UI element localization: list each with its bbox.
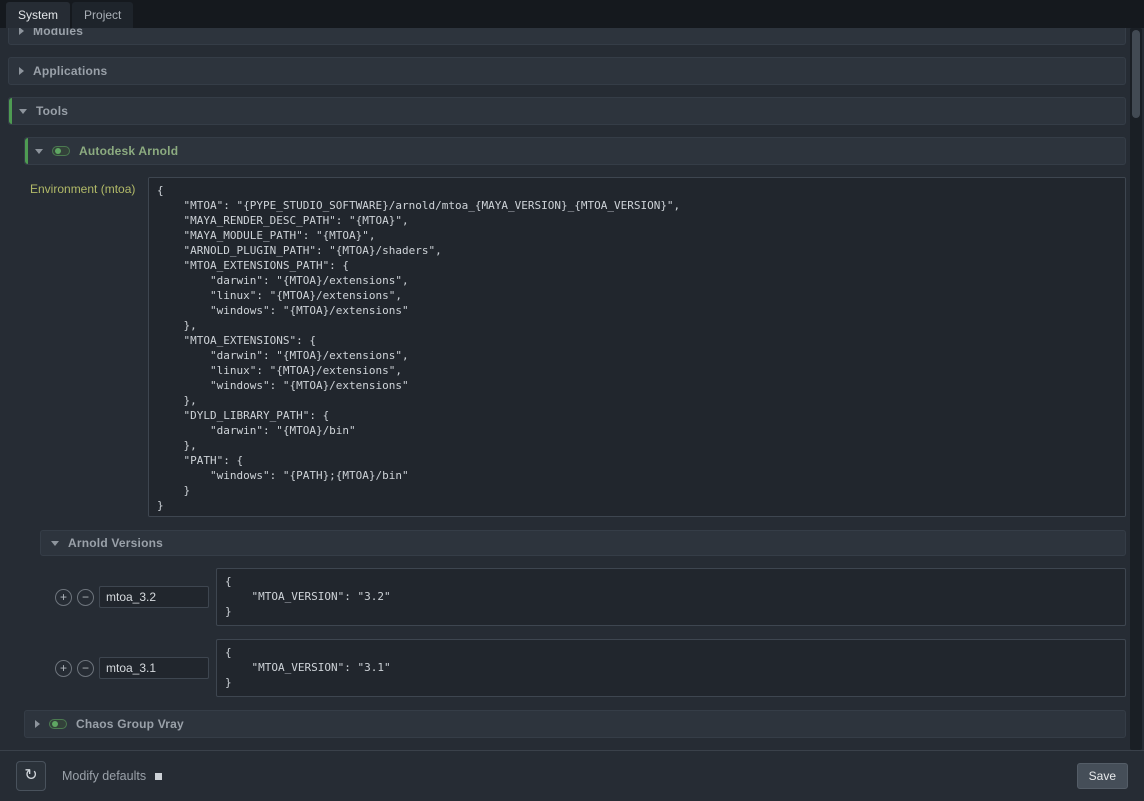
arnold-section-body: Environment (mtoa) { "MTOA": "{PYPE_STUD… xyxy=(24,177,1126,697)
version-row: + − { "MTOA_VERSION": "3.1" } xyxy=(55,639,1126,697)
scrollbar-thumb[interactable] xyxy=(1132,30,1140,118)
tools-section-body: Autodesk Arnold Environment (mtoa) { "MT… xyxy=(24,137,1126,738)
settings-scroll-area: Modules Applications Tools Autodesk Arno… xyxy=(8,28,1126,750)
version-row: + − { "MTOA_VERSION": "3.2" } xyxy=(55,568,1126,626)
environment-label: Environment (mtoa) xyxy=(30,177,148,196)
save-button[interactable]: Save xyxy=(1077,763,1128,789)
chevron-down-icon xyxy=(35,149,43,154)
section-title-chaos-group-vray: Chaos Group Vray xyxy=(76,717,184,731)
chevron-right-icon xyxy=(35,720,40,728)
version-name-input[interactable] xyxy=(99,586,209,608)
tab-bar: System Project xyxy=(0,0,1144,28)
environment-json-field[interactable]: { "MTOA": "{PYPE_STUDIO_SOFTWARE}/arnold… xyxy=(148,177,1126,517)
section-header-chaos-group-vray[interactable]: Chaos Group Vray xyxy=(24,710,1126,738)
section-header-applications[interactable]: Applications xyxy=(8,57,1126,85)
footer-bar: ↻ Modify defaults Save xyxy=(0,750,1144,801)
remove-version-button[interactable]: − xyxy=(77,589,94,606)
modified-accent-bar xyxy=(9,98,12,124)
modify-defaults-checkbox[interactable] xyxy=(155,773,162,780)
version-json-field[interactable]: { "MTOA_VERSION": "3.2" } xyxy=(216,568,1126,626)
enabled-toggle-icon[interactable] xyxy=(52,146,70,156)
environment-row: Environment (mtoa) { "MTOA": "{PYPE_STUD… xyxy=(30,177,1126,517)
section-header-autodesk-arnold[interactable]: Autodesk Arnold xyxy=(24,137,1126,165)
tab-system[interactable]: System xyxy=(6,2,70,28)
version-json-field[interactable]: { "MTOA_VERSION": "3.1" } xyxy=(216,639,1126,697)
arnold-versions-body: + − { "MTOA_VERSION": "3.2" } + − { "MTO… xyxy=(24,568,1126,697)
toggle-knob xyxy=(55,148,61,154)
add-version-button[interactable]: + xyxy=(55,589,72,606)
version-name-input[interactable] xyxy=(99,657,209,679)
remove-version-button[interactable]: − xyxy=(77,660,94,677)
tab-project[interactable]: Project xyxy=(72,2,133,28)
section-header-arnold-versions[interactable]: Arnold Versions xyxy=(40,530,1126,556)
modify-defaults-label: Modify defaults xyxy=(62,769,146,783)
toggle-knob xyxy=(52,721,58,727)
chevron-down-icon xyxy=(19,109,27,114)
settings-window: System Project Modules Applications Tool… xyxy=(0,0,1144,801)
refresh-button[interactable]: ↻ xyxy=(16,761,46,791)
section-header-tools[interactable]: Tools xyxy=(8,97,1126,125)
section-title-tools: Tools xyxy=(36,104,68,118)
enabled-toggle-icon[interactable] xyxy=(49,719,67,729)
section-title-autodesk-arnold: Autodesk Arnold xyxy=(79,144,178,158)
chevron-right-icon xyxy=(19,67,24,75)
modified-accent-bar xyxy=(25,138,28,164)
vertical-scrollbar[interactable] xyxy=(1130,28,1142,750)
chevron-right-icon xyxy=(19,28,24,35)
section-header-modules[interactable]: Modules xyxy=(8,28,1126,45)
section-title-applications: Applications xyxy=(33,64,107,78)
section-title-arnold-versions: Arnold Versions xyxy=(68,536,163,550)
refresh-icon: ↻ xyxy=(24,767,37,784)
chevron-down-icon xyxy=(51,541,59,546)
add-version-button[interactable]: + xyxy=(55,660,72,677)
section-title-modules: Modules xyxy=(33,28,83,38)
